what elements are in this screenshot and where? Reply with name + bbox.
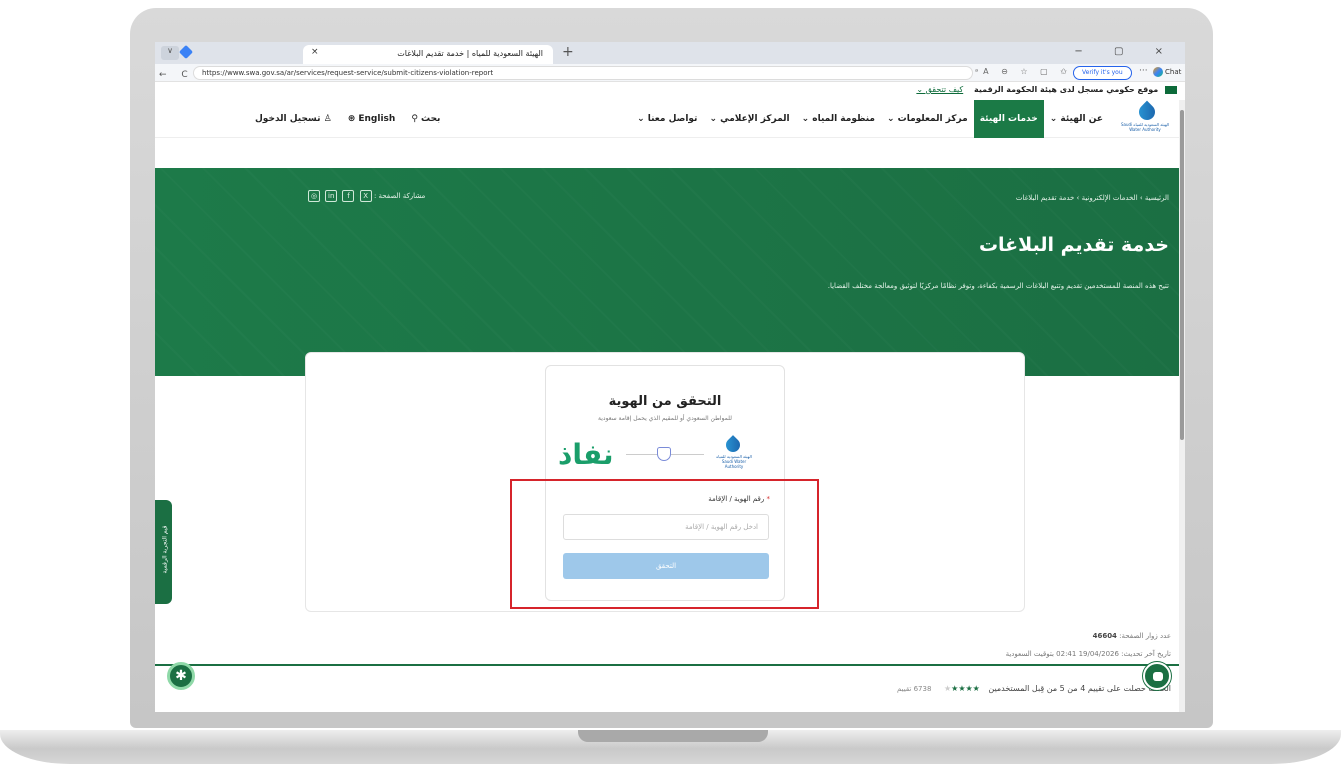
nafath-logo: نفاذ (558, 438, 614, 471)
chat-button[interactable] (1143, 662, 1171, 690)
visits-label: عدد زوار الصفحة: (1119, 632, 1171, 640)
share-bar: مشاركة الصفحة : X f in ◎ (305, 190, 425, 202)
last-updated: تاريخ آخر تحديث: 19/04/2026 02:41 بتوقيت… (1005, 650, 1171, 658)
water-drop-icon (723, 435, 743, 455)
main-menu: عن الهيئة ⌄ خدمات الهيئة مركز المعلومات … (631, 100, 1109, 138)
gov-verification-strip: موقع حكومي مسجل لدى هيئة الحكومة الرقمية… (155, 82, 1185, 100)
rating-stars[interactable]: ★★★★★ (944, 684, 980, 693)
scroll-thumb[interactable] (1180, 110, 1184, 440)
page-title: خدمة تقديم البلاغات (978, 234, 1169, 256)
url-input[interactable]: https://www.swa.gov.sa/ar/services/reque… (193, 66, 973, 80)
rating-count: 6738 تقييم (896, 685, 932, 693)
search-icon: ⚲ (411, 114, 418, 124)
breadcrumb[interactable]: الرئيسية › الخدمات الإلكترونية › خدمة تق… (1016, 194, 1169, 202)
login-label: تسجيل الدخول (255, 114, 321, 124)
language-icon: ⊛ (347, 114, 356, 124)
stars-filled: ★★★★ (951, 684, 980, 693)
login-button[interactable]: ♙ تسجيل الدخول (255, 100, 332, 138)
facebook-share-icon[interactable]: f (342, 190, 355, 202)
gov-strip-text: موقع حكومي مسجل لدى هيئة الحكومة الرقمية (974, 85, 1159, 94)
browser-tab[interactable]: الهيئة السعودية للمياه | خدمة تقديم البل… (303, 45, 553, 64)
copilot-chat-button[interactable]: Chat (1153, 67, 1181, 77)
language-switch[interactable]: English ⊛ (348, 100, 396, 138)
card-title: التحقق من الهوية (608, 394, 722, 409)
accessibility-icon: ✱ (175, 668, 187, 684)
more-menu-icon[interactable]: ··· (1139, 66, 1148, 76)
toolbar-icons[interactable]: ᵃA ⊖ ☆ ▢ ✩ (975, 67, 1072, 76)
water-drop-icon (1135, 100, 1159, 124)
page-scrollbar[interactable] (1179, 100, 1185, 712)
accessibility-button[interactable]: ✱ (167, 662, 195, 690)
menu-item-media-center[interactable]: المركز الإعلامي ⌄ (703, 100, 795, 138)
swa-logo[interactable]: الهيئة السعودية للمياه Saudi Water Autho… (1117, 100, 1173, 136)
favicon-icon (178, 44, 194, 60)
menu-item-water-system[interactable]: منظومة المياه ⌄ (796, 100, 881, 138)
visits-value: 46604 (1092, 632, 1117, 640)
linkedin-share-icon[interactable]: in (325, 190, 338, 202)
logo-text: الهيئة السعودية للمياه Saudi Water Autho… (1120, 122, 1170, 132)
how-to-verify-link[interactable]: كيف تتحقق ⌄ (916, 85, 963, 94)
browser-window: ∨ الهيئة السعودية للمياه | خدمة تقديم ال… (155, 42, 1185, 712)
hero-banner: الرئيسية › الخدمات الإلكترونية › خدمة تق… (155, 168, 1185, 376)
copilot-icon (1153, 67, 1163, 77)
card-logo-text: الهيئة السعودية للمياه Saudi Water Autho… (716, 454, 752, 469)
tab-menu-button[interactable]: ∨ (161, 46, 179, 60)
address-bar-row: ← C ⓘ https://www.swa.gov.sa/ar/services… (155, 64, 1185, 82)
auth-logos-row: نفاذ الهيئة السعودية للمياه Saudi Water … (546, 432, 784, 480)
search-label: بحث (421, 114, 441, 124)
user-icon: ♙ (323, 114, 332, 124)
copilot-label: Chat (1165, 68, 1182, 76)
side-tab-label: قيم التجربة الرقمية (161, 525, 169, 574)
rate-experience-tab[interactable]: قيم التجربة الرقمية (155, 500, 172, 604)
verify-profile-button[interactable]: Verify it's you (1073, 66, 1132, 80)
highlight-box (510, 479, 819, 609)
x-share-icon[interactable]: X (359, 190, 372, 202)
menu-item-contact[interactable]: تواصل معنا ⌄ (631, 100, 703, 138)
header-actions: بحث ⚲ English ⊛ ♙ تسجيل الدخول (255, 100, 440, 138)
tab-bar: ∨ الهيئة السعودية للمياه | خدمة تقديم ال… (155, 42, 1185, 64)
new-tab-button[interactable]: + (562, 44, 574, 60)
chat-bubble-icon (1153, 672, 1163, 681)
menu-item-services[interactable]: خدمات الهيئة (973, 100, 1044, 138)
site-header: الهيئة السعودية للمياه Saudi Water Autho… (155, 100, 1185, 138)
card-subtitle: للمواطن السعودي أو للمقيم الذي يحمل إقام… (598, 415, 732, 422)
language-label: English (358, 114, 396, 124)
search-button[interactable]: بحث ⚲ (411, 100, 440, 138)
share-label: مشاركة الصفحة : (373, 192, 426, 200)
shield-icon (657, 447, 671, 461)
menu-item-info-center[interactable]: مركز المعلومات ⌄ (881, 100, 974, 138)
page-description: تتيح هذه المنصة للمستخدمين تقديم وتتبع ا… (827, 282, 1169, 290)
flag-icon (1165, 85, 1177, 94)
tab-title: الهيئة السعودية للمياه | خدمة تقديم البل… (397, 49, 543, 58)
whatsapp-share-icon[interactable]: ◎ (308, 190, 320, 202)
laptop-notch (578, 730, 768, 742)
service-rating: الخدمة حصلت على تقييم 4 من 5 من قِبل الم… (897, 684, 1171, 693)
window-controls[interactable]: − ▢ × (1074, 46, 1177, 57)
close-tab-icon[interactable]: × (311, 47, 319, 57)
visits-counter: عدد زوار الصفحة: 46604 (1093, 632, 1171, 640)
menu-item-about[interactable]: عن الهيئة ⌄ (1044, 100, 1109, 138)
footer-divider (155, 664, 1185, 666)
swa-card-logo: الهيئة السعودية للمياه Saudi Water Autho… (714, 435, 754, 470)
rating-text: الخدمة حصلت على تقييم 4 من 5 من قِبل الم… (988, 684, 1171, 693)
